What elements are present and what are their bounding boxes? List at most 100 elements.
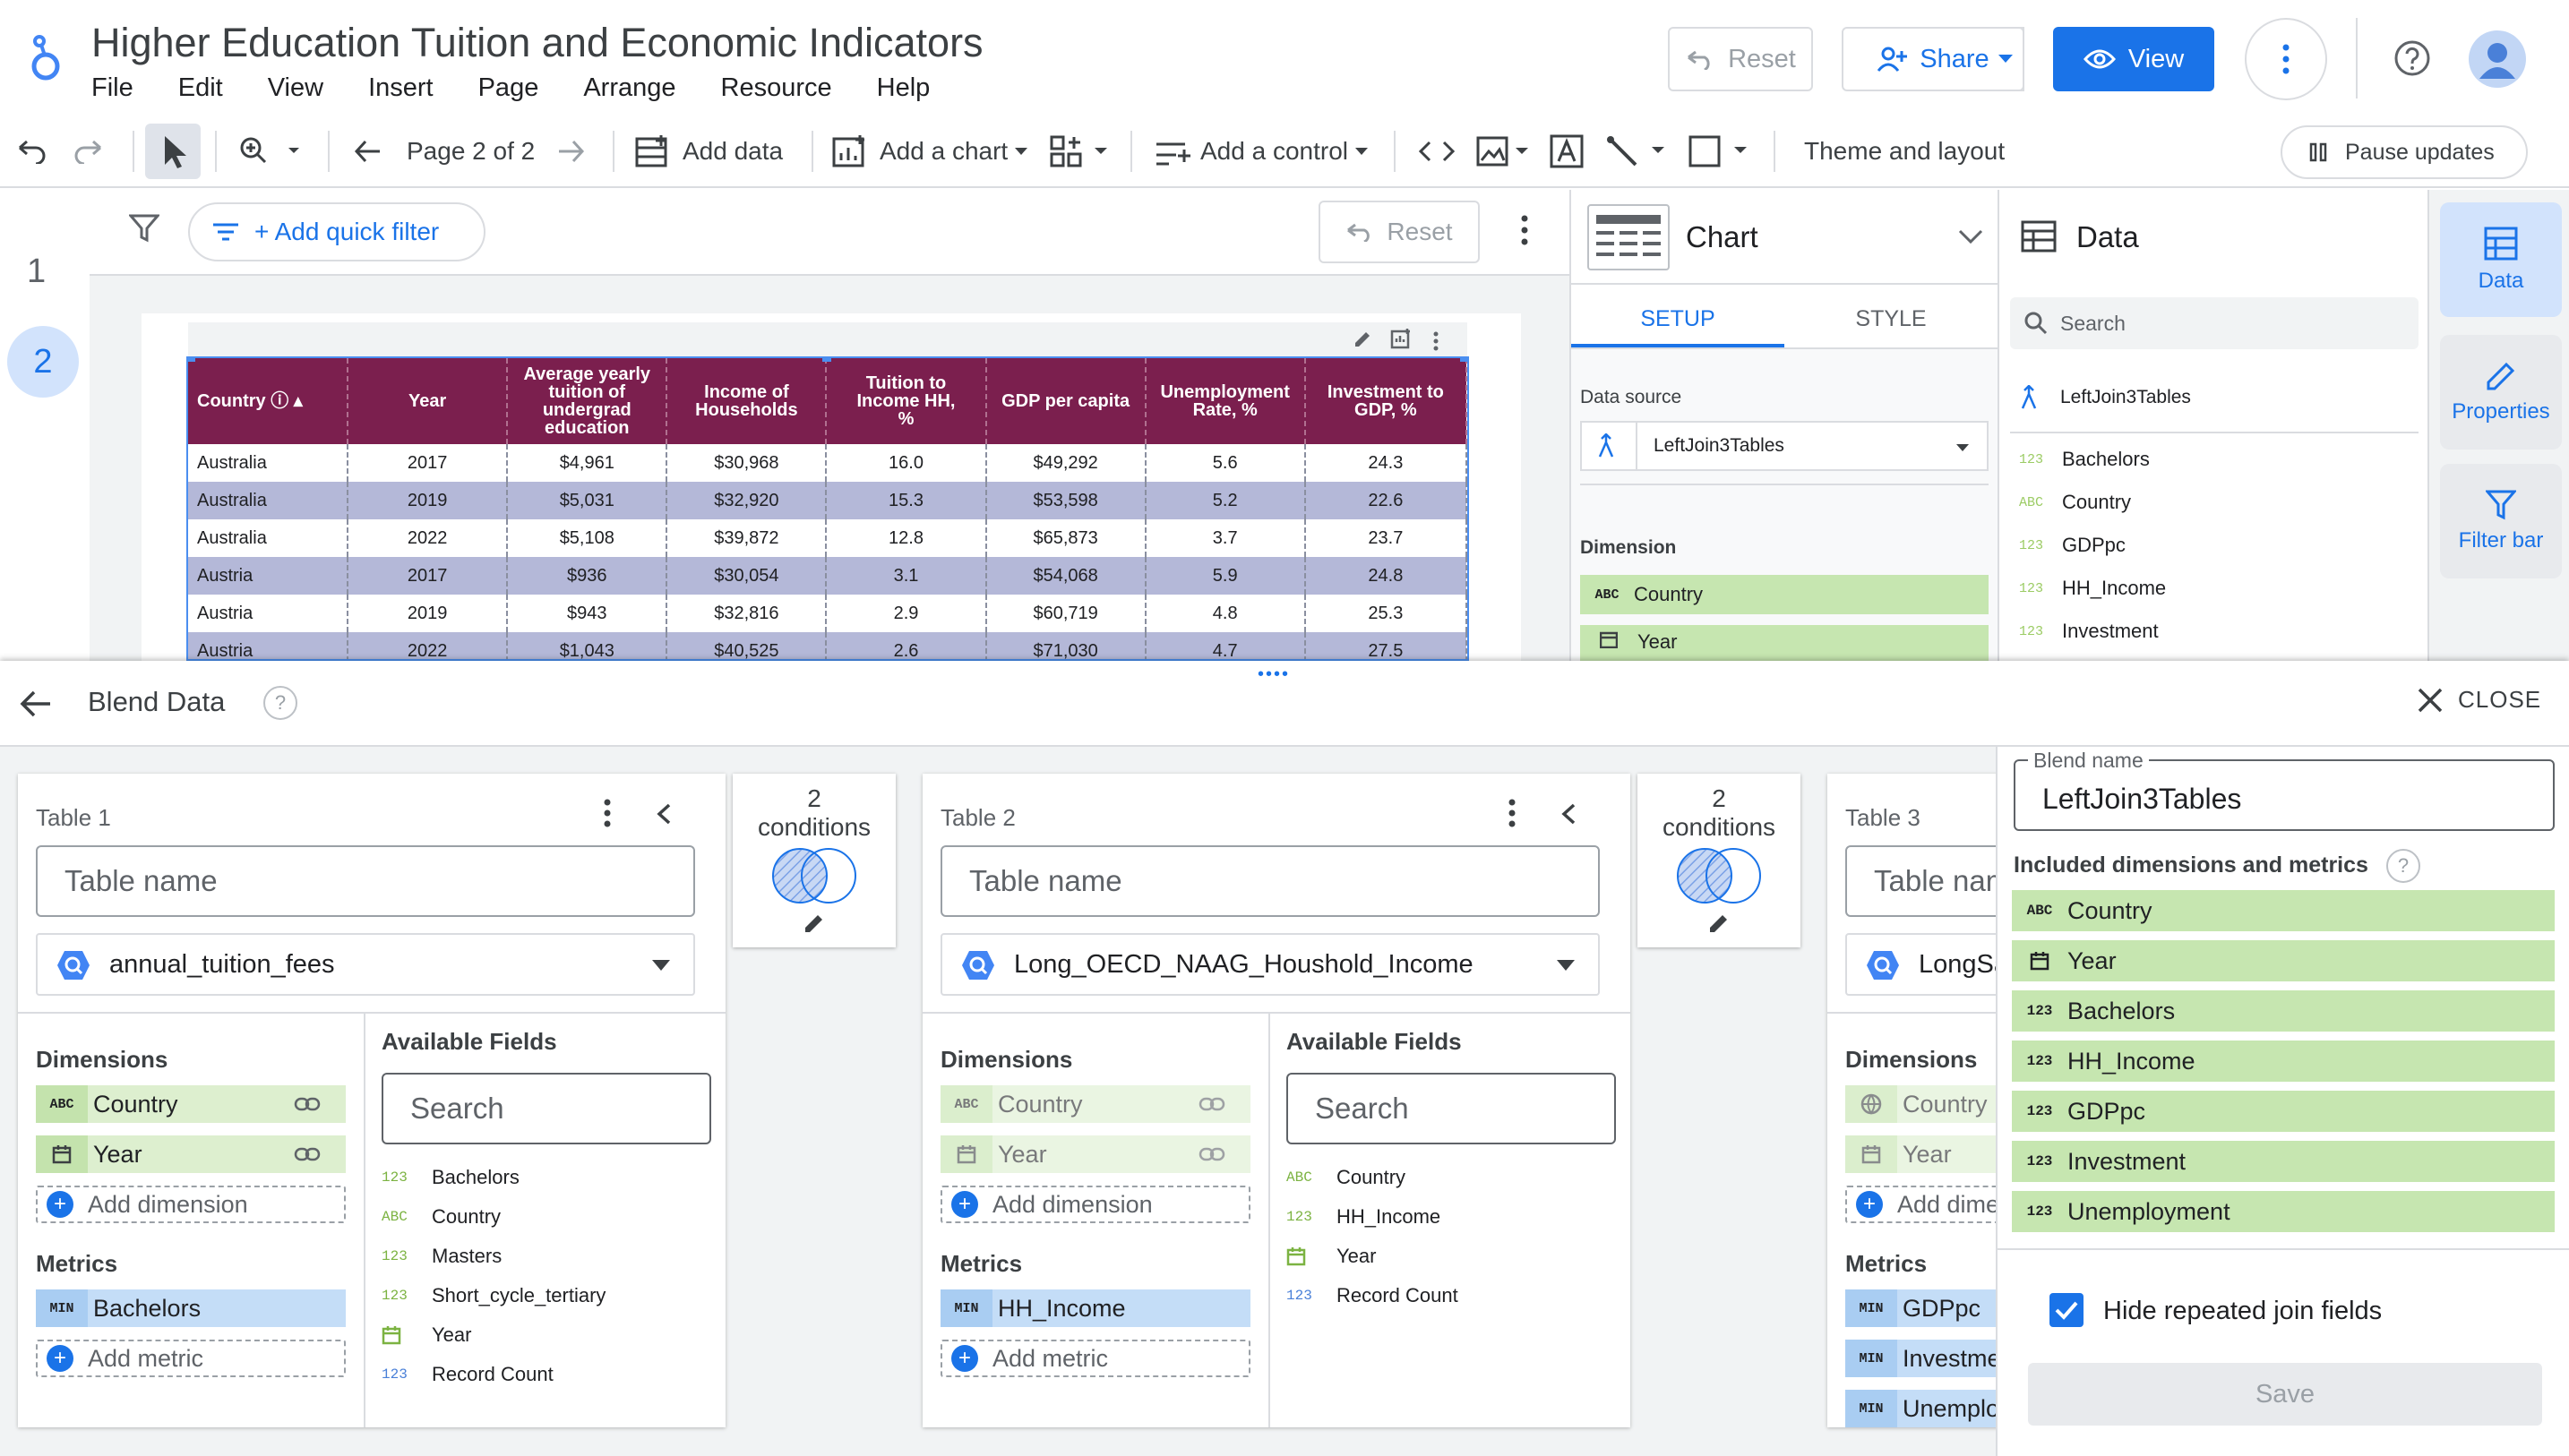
data-field-item[interactable]: 123 Bachelors (2019, 448, 2150, 471)
dimension-chip[interactable]: ABC Country (941, 1085, 1250, 1123)
resize-handle[interactable] (1460, 358, 1467, 362)
page-1-tab[interactable]: 1 (27, 253, 46, 291)
redo-icon[interactable] (72, 116, 104, 186)
table-row[interactable]: Austria 2022 $1,043 $40,525 2.6 $71,030 4.7 27.… (188, 632, 1467, 659)
data-field-item[interactable]: 123 Investment (2019, 620, 2159, 643)
column-header-year[interactable]: Year (348, 358, 509, 444)
blend-name-field[interactable]: Blend name LeftJoin3Tables (2014, 749, 2555, 831)
menu-edit[interactable]: Edit (178, 73, 223, 103)
data-field-item[interactable]: 123 GDPpc (2019, 534, 2126, 557)
menu-view[interactable]: View (268, 73, 323, 103)
add-data-button[interactable]: Add data (634, 116, 783, 186)
add-control-button[interactable]: Add a control (1154, 116, 1368, 186)
available-field[interactable]: ABC Country (1286, 1166, 1405, 1189)
report-title[interactable]: Higher Education Tuition and Economic In… (91, 20, 984, 66)
available-field[interactable]: 123 Short_cycle_tertiary (382, 1284, 606, 1307)
metric-chip[interactable]: MIN Bachelors (36, 1289, 346, 1327)
available-field[interactable]: ABC Country (382, 1205, 501, 1229)
help-icon[interactable]: ? (263, 686, 297, 720)
available-field[interactable]: Year (1286, 1245, 1376, 1268)
dimension-chip-year[interactable]: Year (1580, 625, 1989, 661)
previous-page-icon[interactable] (353, 116, 383, 186)
add-metric-button[interactable]: + Add metric (941, 1340, 1250, 1377)
help-icon[interactable]: ? (2386, 849, 2420, 883)
dimension-chip[interactable]: ABC Country (36, 1085, 346, 1123)
add-dimension-button[interactable]: + Add dimension (36, 1186, 346, 1223)
filter-reset-button[interactable]: Reset (1319, 201, 1480, 263)
explore-chart-icon[interactable] (1390, 328, 1412, 349)
menu-page[interactable]: Page (478, 73, 539, 103)
table-chart[interactable]: Country ⓘ ▴ Year Average yearly tuition … (186, 356, 1469, 661)
column-header-tuition[interactable]: Average yearly tuition of undergrad educ… (507, 358, 668, 444)
add-component-button[interactable] (1048, 116, 1111, 186)
shape-icon[interactable] (1688, 116, 1754, 186)
table-row[interactable]: Australia 2017 $4,961 $30,968 16.0 $49,292 5.6… (188, 444, 1467, 482)
available-field[interactable]: 123 HH_Income (1286, 1205, 1440, 1229)
text-box-icon[interactable] (1550, 116, 1584, 186)
table-more-icon[interactable] (604, 799, 611, 827)
collapse-chevron-icon[interactable] (1560, 802, 1577, 826)
reset-button[interactable]: Reset (1668, 27, 1813, 91)
column-header-unemployment[interactable]: Unemployment Rate, % (1145, 358, 1306, 444)
available-field[interactable]: 123 Record Count (1286, 1284, 1458, 1307)
hide-repeated-checkbox[interactable] (2049, 1293, 2084, 1327)
more-options-button[interactable] (2245, 18, 2327, 100)
filter-more-icon[interactable] (1521, 215, 1528, 245)
theme-and-layout-button[interactable]: Theme and layout (1804, 116, 2005, 186)
table-name-input[interactable]: Table name (941, 845, 1600, 917)
rail-properties-button[interactable]: Properties (2440, 335, 2562, 450)
included-field-chip[interactable]: 123 Investment (2012, 1141, 2555, 1182)
table-chart-type-icon[interactable] (1587, 204, 1670, 270)
avatar[interactable] (2469, 30, 2526, 88)
resize-handle[interactable] (188, 358, 195, 362)
available-field[interactable]: Year (382, 1323, 471, 1347)
tab-setup[interactable]: SETUP (1571, 306, 1784, 332)
page-2-tab[interactable]: 2 (7, 326, 79, 398)
column-header-investment[interactable]: Investment to GDP, % (1304, 358, 1467, 444)
tab-style[interactable]: STYLE (1784, 306, 1998, 332)
data-source-select[interactable]: annual_tuition_fees (36, 933, 695, 996)
filter-icon[interactable] (129, 213, 159, 244)
next-page-icon[interactable] (555, 116, 586, 186)
data-field-item[interactable]: ABC Country (2019, 491, 2131, 514)
data-field-item[interactable]: 123 HH_Income (2019, 577, 2166, 600)
data-search-input[interactable]: Search (2010, 297, 2419, 349)
back-arrow-icon[interactable] (20, 689, 52, 718)
field-search-input[interactable]: Search (1286, 1073, 1616, 1144)
menu-arrange[interactable]: Arrange (583, 73, 675, 103)
included-field-chip[interactable]: 123 Bachelors (2012, 990, 2555, 1032)
included-field-chip[interactable]: 123 Unemployment (2012, 1191, 2555, 1232)
column-header-country[interactable]: Country ⓘ ▴ (188, 358, 349, 444)
edit-chart-icon[interactable] (1353, 330, 1372, 349)
join-conditions-2[interactable]: 2 conditions (1637, 774, 1800, 947)
menu-resource[interactable]: Resource (721, 73, 832, 103)
undo-icon[interactable] (16, 116, 48, 186)
menu-help[interactable]: Help (877, 73, 931, 103)
rail-data-button[interactable]: Data (2440, 202, 2562, 317)
column-header-gdp[interactable]: GDP per capita (985, 358, 1147, 444)
included-field-chip[interactable]: 123 HH_Income (2012, 1041, 2555, 1082)
looker-studio-logo-icon[interactable] (27, 34, 64, 82)
included-field-chip[interactable]: 123 GDPpc (2012, 1091, 2555, 1132)
column-header-income[interactable]: Income of Households (666, 358, 828, 444)
table-more-icon[interactable] (1508, 799, 1516, 827)
add-metric-button[interactable]: + Add metric (36, 1340, 346, 1377)
column-header-tuition-ratio[interactable]: Tuition to Income HH, % (826, 358, 987, 444)
view-button[interactable]: View (2053, 27, 2214, 91)
rail-filter-bar-button[interactable]: Filter bar (2440, 464, 2562, 578)
line-icon[interactable] (1605, 116, 1671, 186)
add-chart-button[interactable]: Add a chart (831, 116, 1028, 186)
collapse-chevron-icon[interactable] (656, 802, 672, 826)
metric-chip[interactable]: MIN HH_Income (941, 1289, 1250, 1327)
data-source-item[interactable]: LeftJoin3Tables (2019, 385, 2191, 410)
image-icon[interactable] (1476, 116, 1534, 186)
close-button[interactable]: CLOSE (2417, 686, 2541, 714)
add-quick-filter-button[interactable]: + Add quick filter (188, 202, 485, 261)
dimension-chip[interactable]: Year (941, 1135, 1250, 1173)
pause-updates-button[interactable]: Pause updates (2281, 125, 2528, 179)
menu-file[interactable]: File (91, 73, 133, 103)
table-name-input[interactable]: Table name (36, 845, 695, 917)
select-tool-button[interactable] (145, 124, 201, 179)
chevron-down-icon[interactable] (1958, 229, 1983, 244)
menu-insert[interactable]: Insert (368, 73, 434, 103)
